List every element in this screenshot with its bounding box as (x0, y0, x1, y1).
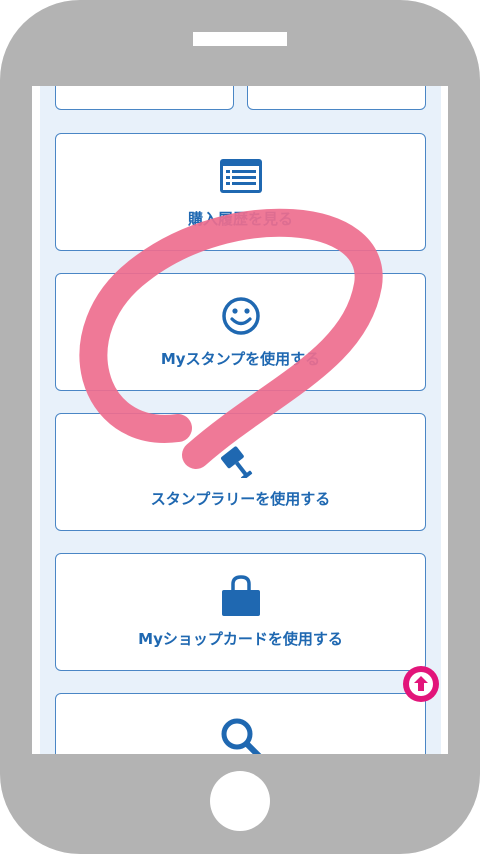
smiley-icon (221, 297, 260, 335)
purchase-history-button[interactable]: 購入履歴を見る (55, 133, 426, 251)
home-button[interactable] (210, 771, 270, 831)
my-stamp-label: Myスタンプを使用する (160, 350, 321, 368)
menu-card-partial-left[interactable] (55, 86, 234, 110)
phone-frame: 購入履歴を見る Myスタンプを使用する スタンプラリーを使用する Myショップカ… (0, 0, 480, 854)
menu-card-partial-right[interactable] (247, 86, 426, 110)
search-button[interactable] (55, 693, 426, 754)
stamp-icon (220, 446, 252, 478)
menu-list: 購入履歴を見る Myスタンプを使用する スタンプラリーを使用する Myショップカ… (40, 86, 441, 754)
phone-speaker (193, 32, 287, 46)
stamp-rally-button[interactable]: スタンプラリーを使用する (55, 413, 426, 531)
stamp-rally-label: スタンプラリーを使用する (150, 490, 331, 508)
purchase-history-label: 購入履歴を見る (187, 210, 293, 228)
shopping-bag-icon (221, 575, 260, 616)
my-stamp-button[interactable]: Myスタンプを使用する (55, 273, 426, 391)
phone-screen: 購入履歴を見る Myスタンプを使用する スタンプラリーを使用する Myショップカ… (32, 86, 448, 754)
list-icon (219, 159, 262, 193)
arrow-up-icon (409, 672, 433, 696)
my-shop-card-button[interactable]: Myショップカードを使用する (55, 553, 426, 671)
search-icon (221, 718, 261, 754)
scroll-to-top-button[interactable] (403, 666, 439, 702)
my-shop-card-label: Myショップカードを使用する (138, 630, 343, 648)
